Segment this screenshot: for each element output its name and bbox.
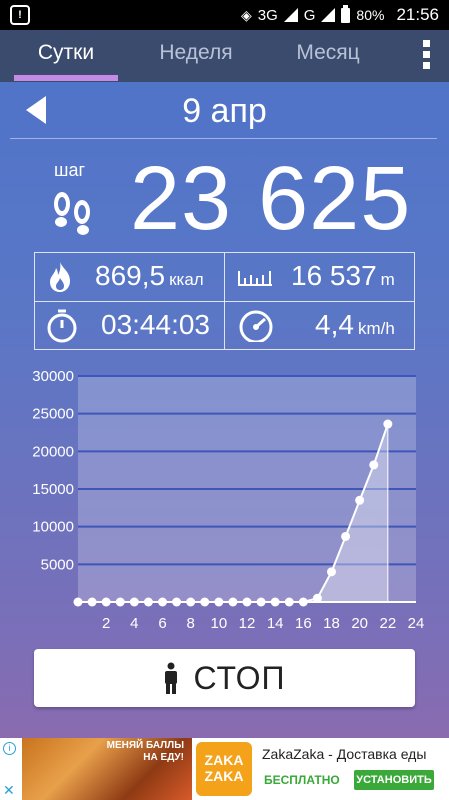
chart-data-point [369, 460, 379, 470]
ad-title[interactable]: ZakaZaka - Доставка еды [262, 746, 426, 762]
duration-stat: 03:44:03 [35, 302, 224, 350]
stop-button[interactable]: СТОП [34, 649, 415, 707]
chart-data-point [383, 419, 393, 429]
calories-stat: 869,5 ккал [35, 253, 224, 301]
status-indicators: ◈ 3G G 80% 21:56 [241, 0, 439, 30]
pedometer-app: Сутки Неделя Месяц 9 апр шаг 23 625 869,… [0, 30, 449, 738]
battery-icon [341, 4, 351, 23]
steps-count: 23 625 [130, 149, 412, 249]
speed-stat: 4,4 km/h [225, 302, 415, 350]
steps-by-hour-chart: 500010000150002000025000300002 4 6 8 10 12 14 1… [32, 368, 425, 632]
chart-data-point [214, 597, 224, 607]
y-tick-label: 10000 [32, 519, 74, 536]
wifi-icon: ◈ [240, 6, 252, 23]
tab-week[interactable]: Неделя [140, 30, 252, 82]
ad-price-label: БЕСПЛАТНО [264, 773, 340, 787]
ad-tagline: МЕНЯЙ БАЛЛЫ НА ЕДУ! [106, 740, 184, 763]
steps-label: шаг [54, 160, 86, 180]
stopwatch-icon [45, 308, 79, 349]
distance-stat: 16 537 m [225, 253, 415, 301]
x-tick-label: 10 [210, 615, 227, 632]
period-tabs: Сутки Неделя Месяц [0, 30, 449, 82]
chart-data-point [129, 597, 139, 607]
flame-icon [47, 261, 73, 298]
y-tick-label: 20000 [32, 443, 74, 460]
chart-data-point [101, 597, 111, 607]
chart-data-point [270, 597, 280, 607]
chart-data-point [172, 597, 182, 607]
x-tick-label: 22 [379, 615, 396, 632]
ad-app-logo[interactable]: ZAKA ZAKA [196, 742, 252, 796]
x-tick-label: 4 [130, 615, 138, 632]
x-tick-label: 24 [408, 615, 425, 632]
x-tick-label: 20 [351, 615, 368, 632]
status-bar: ! ◈ 3G G 80% 21:56 [0, 0, 449, 30]
chart-data-point [228, 597, 238, 607]
distance-unit: m [380, 270, 395, 289]
x-tick-label: 14 [267, 615, 284, 632]
tab-month[interactable]: Месяц [278, 30, 378, 82]
battery-level: 80% [356, 7, 385, 23]
person-icon [165, 662, 178, 694]
x-tick-label: 8 [186, 615, 194, 632]
chart-data-point [256, 597, 266, 607]
chart-data-point [115, 597, 125, 607]
distance-value: 16 537 [291, 260, 377, 291]
ad-food-image[interactable]: МЕНЯЙ БАЛЛЫ НА ЕДУ! [22, 738, 192, 800]
stats-panel: 869,5 ккал 16 537 m 03:44:03 4,4 km/h [34, 252, 415, 350]
chart-data-point [87, 597, 97, 607]
current-date: 9 апр [182, 92, 267, 130]
speed-value: 4,4 [315, 309, 354, 340]
x-tick-label: 12 [239, 615, 256, 632]
x-tick-label: 6 [158, 615, 166, 632]
duration-value: 03:44:03 [101, 309, 210, 340]
x-tick-label: 2 [102, 615, 110, 632]
active-tab-indicator [14, 75, 118, 81]
chart-data-point [312, 593, 322, 603]
network-type-2: G [303, 6, 316, 24]
calories-unit: ккал [169, 270, 204, 289]
y-tick-label: 25000 [32, 406, 74, 423]
chart-data-point [298, 597, 308, 607]
stop-button-label: СТОП [193, 659, 286, 696]
x-tick-label: 16 [295, 615, 312, 632]
chart-data-point [242, 597, 252, 607]
ad-info-icon[interactable]: i [3, 742, 16, 755]
footprints-icon [50, 186, 96, 243]
clock: 21:56 [396, 5, 439, 24]
signal-icon [283, 8, 298, 22]
y-tick-label: 5000 [41, 556, 74, 573]
chart-data-point [341, 531, 351, 541]
chart-data-point [73, 597, 83, 607]
signal-icon-2 [321, 8, 336, 22]
network-type: 3G [257, 6, 278, 24]
chart-data-point [355, 495, 365, 505]
chart-data-point [284, 597, 294, 607]
speed-unit: km/h [357, 319, 395, 338]
chart-data-point [143, 597, 153, 607]
x-tick-label: 18 [323, 615, 340, 632]
chart-data-point [158, 597, 167, 607]
ruler-icon [237, 269, 273, 292]
y-tick-label: 15000 [32, 481, 74, 498]
overflow-menu-icon[interactable] [423, 40, 431, 73]
notification-app-icon: ! [10, 5, 30, 25]
y-tick-label: 30000 [32, 368, 74, 385]
divider [10, 138, 437, 139]
chart-data-point [327, 567, 336, 577]
speedometer-icon [237, 308, 275, 347]
chart-data-point [200, 597, 210, 607]
calories-value: 869,5 [95, 260, 166, 291]
ad-banner[interactable]: i ✕ МЕНЯЙ БАЛЛЫ НА ЕДУ! ZAKA ZAKA ZakaZa… [0, 738, 449, 800]
ad-install-button[interactable]: УСТАНОВИТЬ [354, 770, 434, 790]
ad-close-icon[interactable]: ✕ [3, 782, 15, 799]
chart-data-point [186, 597, 196, 607]
date-row: 9 апр [0, 86, 449, 138]
